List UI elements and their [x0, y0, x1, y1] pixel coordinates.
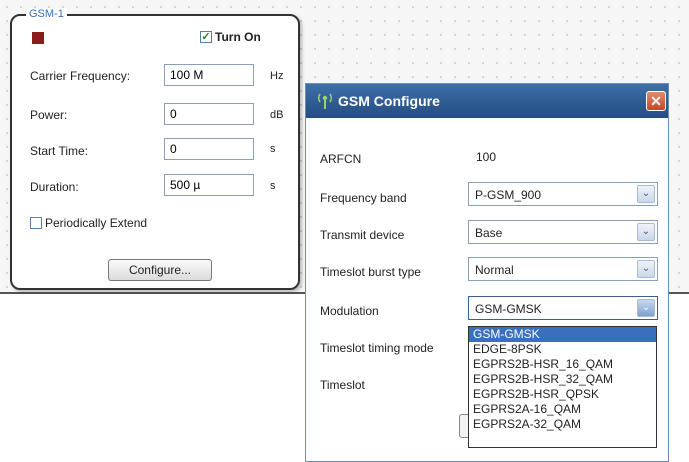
modulation-value: GSM-GMSK — [475, 302, 542, 316]
frequency-band-value: P-GSM_900 — [475, 188, 542, 202]
power-input[interactable] — [164, 103, 254, 125]
timeslot-label: Timeslot — [320, 378, 365, 392]
periodically-extend-label: Periodically Extend — [45, 216, 148, 230]
dropdown-option[interactable]: EGPRS2B-HSR_QPSK — [469, 387, 656, 402]
dropdown-option[interactable]: EDGE-8PSK — [469, 342, 656, 357]
transmit-device-value: Base — [475, 226, 503, 240]
timeslot-timing-mode-label: Timeslot timing mode — [320, 341, 434, 355]
gsm-configure-dialog: GSM Configure ✕ ARFCN 100 Frequency band… — [305, 83, 669, 462]
dialog-titlebar[interactable]: GSM Configure ✕ — [306, 84, 668, 118]
modulation-dropdown-list: GSM-GMSK EDGE-8PSK EGPRS2B-HSR_16_QAM EG… — [468, 326, 657, 448]
gsm-1-panel: GSM-1 Turn On Carrier Frequency: Hz Powe… — [10, 8, 300, 290]
timeslot-burst-type-value: Normal — [475, 263, 514, 277]
power-label: Power: — [30, 108, 68, 122]
start-time-unit: s — [270, 143, 276, 155]
close-icon: ✕ — [650, 93, 662, 109]
chevron-down-icon: ⌄ — [637, 185, 655, 203]
chevron-down-icon: ⌄ — [637, 223, 655, 241]
configure-button[interactable]: Configure... — [108, 259, 212, 281]
status-indicator-icon — [32, 32, 44, 44]
modulation-select[interactable]: GSM-GMSK ⌄ — [468, 296, 658, 320]
turn-on-label: Turn On — [215, 30, 261, 44]
close-button[interactable]: ✕ — [646, 91, 666, 111]
periodically-extend-checkbox[interactable]: Periodically Extend — [30, 216, 147, 230]
timeslot-burst-type-select[interactable]: Normal ⌄ — [468, 257, 658, 281]
chevron-down-icon: ⌄ — [637, 299, 655, 317]
timeslot-burst-type-label: Timeslot burst type — [320, 265, 421, 279]
start-time-input[interactable] — [164, 138, 254, 160]
dialog-title: GSM Configure — [338, 93, 440, 109]
modulation-label: Modulation — [320, 304, 379, 318]
arfcn-value: 100 — [476, 150, 497, 164]
frequency-band-select[interactable]: P-GSM_900 ⌄ — [468, 182, 658, 206]
transmit-device-label: Transmit device — [320, 228, 405, 242]
chevron-down-icon: ⌄ — [637, 260, 655, 278]
turn-on-checkbox[interactable]: Turn On — [200, 30, 261, 44]
frequency-band-label: Frequency band — [320, 191, 407, 205]
power-unit: dB — [270, 109, 284, 121]
antenna-icon — [316, 92, 334, 113]
carrier-frequency-input[interactable] — [164, 64, 254, 86]
gsm-panel-legend: GSM-1 — [26, 8, 67, 20]
start-time-label: Start Time: — [30, 144, 89, 158]
duration-unit: s — [270, 180, 276, 192]
carrier-frequency-label: Carrier Frequency: — [30, 69, 131, 83]
dropdown-option[interactable]: GSM-GMSK — [469, 327, 656, 342]
checkbox-unchecked-icon — [30, 217, 42, 229]
dropdown-option[interactable]: EGPRS2A-16_QAM — [469, 402, 656, 417]
duration-input[interactable] — [164, 174, 254, 196]
transmit-device-select[interactable]: Base ⌄ — [468, 220, 658, 244]
checkbox-checked-icon — [200, 31, 212, 43]
dropdown-option[interactable]: EGPRS2A-32_QAM — [469, 417, 656, 432]
arfcn-label: ARFCN — [320, 152, 362, 166]
dropdown-option[interactable]: EGPRS2B-HSR_32_QAM — [469, 372, 656, 387]
dropdown-option[interactable]: EGPRS2B-HSR_16_QAM — [469, 357, 656, 372]
duration-label: Duration: — [30, 180, 79, 194]
carrier-frequency-unit: Hz — [270, 70, 284, 82]
